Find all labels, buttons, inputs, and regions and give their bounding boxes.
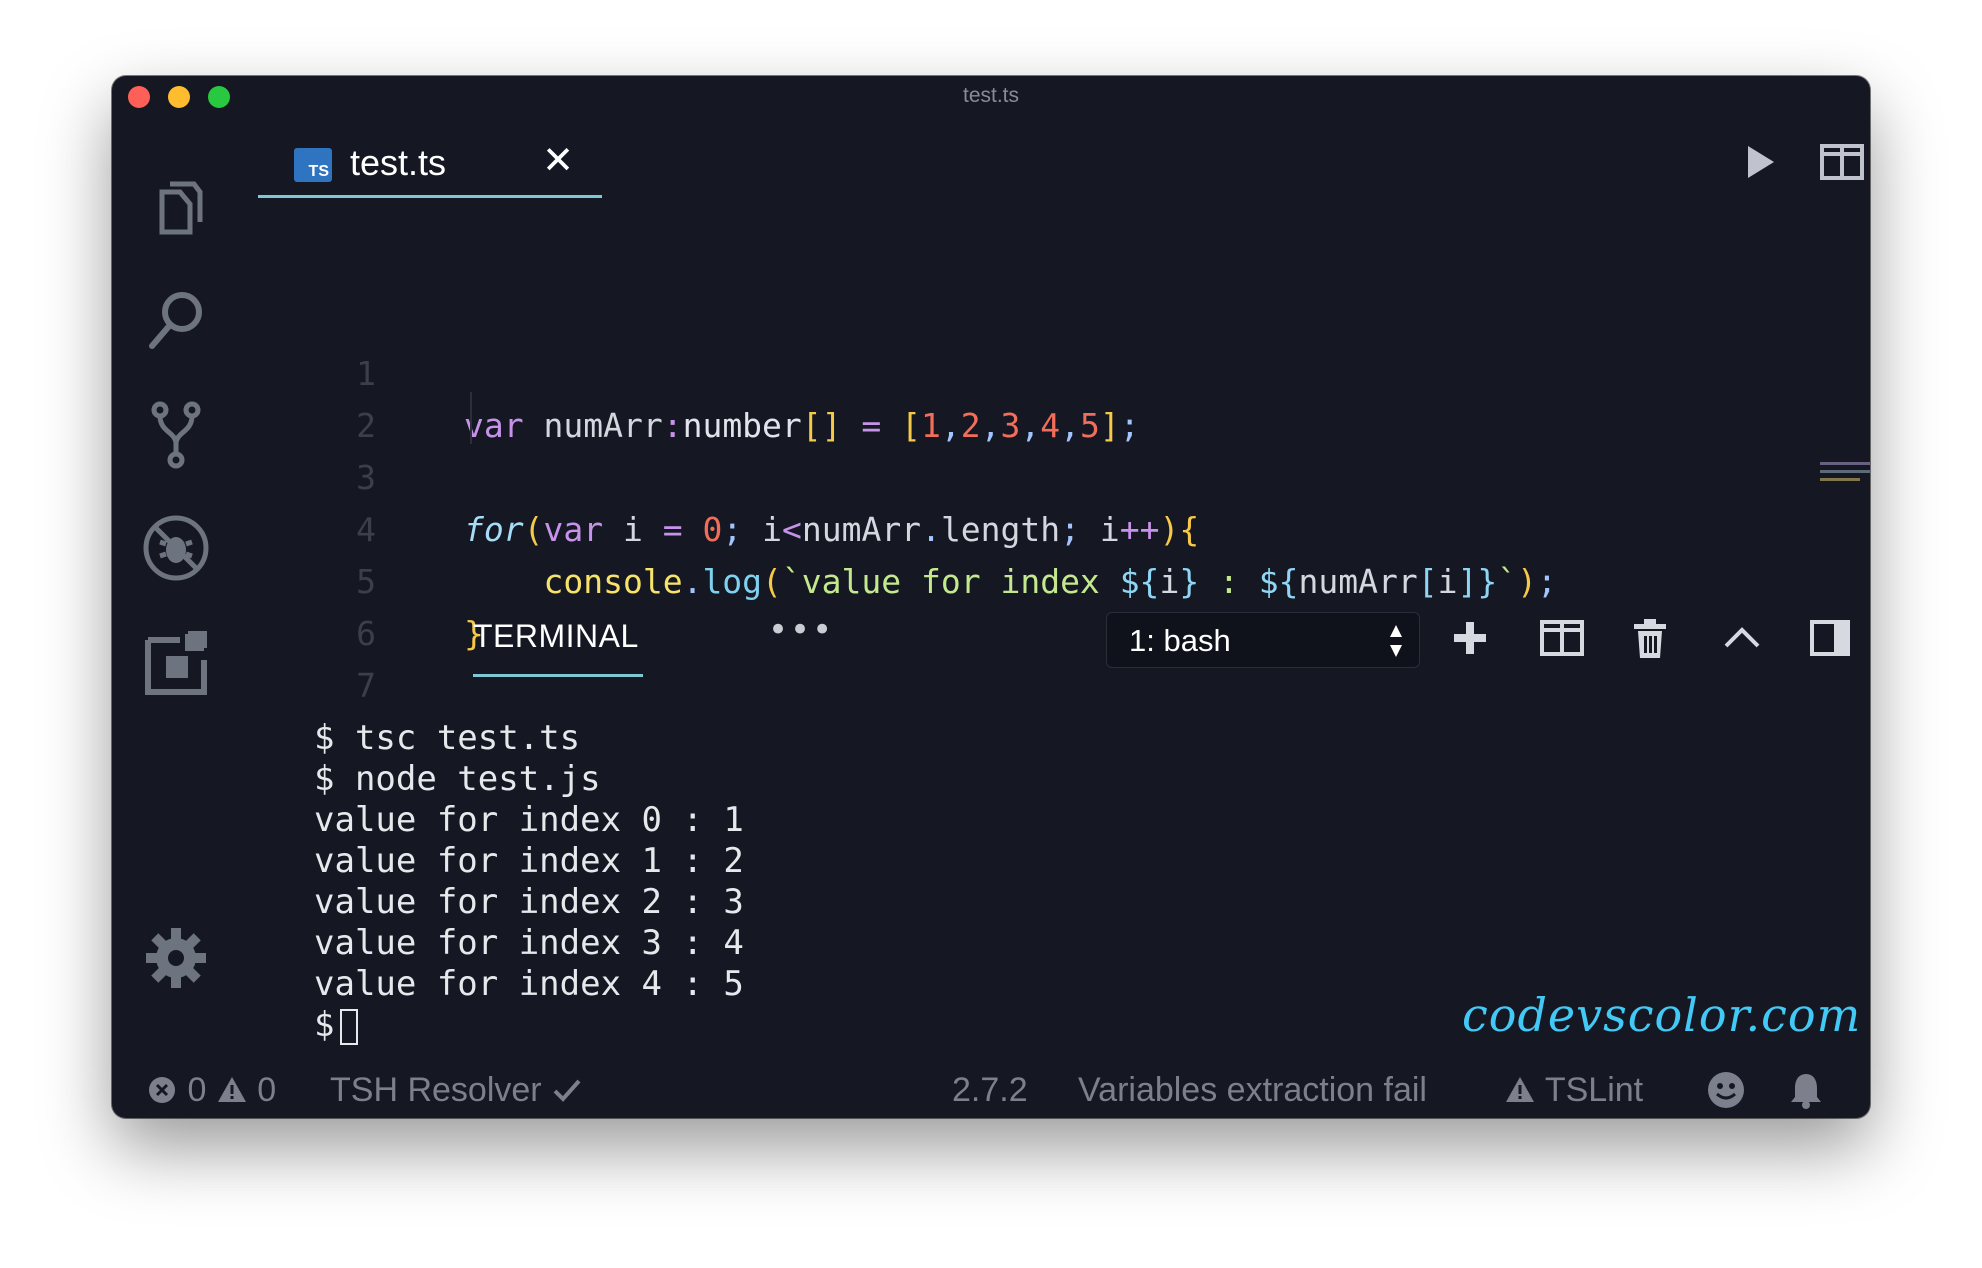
warning-icon [216, 1074, 248, 1106]
code-line: 2 [258, 348, 1658, 445]
terminal-output[interactable]: $ tsc test.ts $ node test.js value for i… [314, 718, 744, 1046]
tslint-status[interactable]: TSLint [1504, 1070, 1643, 1110]
warning-icon [1504, 1074, 1536, 1106]
panel-more-button[interactable]: ••• [768, 610, 834, 650]
active-tab-indicator [473, 674, 643, 677]
activity-bar [112, 122, 236, 1068]
terminal-line: value for index 3 : 4 [314, 923, 744, 963]
code-line: 5 } [258, 504, 1658, 653]
minimap[interactable] [1820, 462, 1870, 484]
add-terminal-icon[interactable] [1446, 614, 1494, 662]
indent-guide [470, 392, 472, 444]
editor-tab-bar: TS test.ts ✕ [258, 126, 1870, 198]
warning-count: 0 [257, 1071, 277, 1109]
tab-label: test.ts [350, 142, 447, 183]
error-count: 0 [187, 1071, 207, 1109]
check-icon [551, 1074, 583, 1106]
title-bar: test.ts [112, 76, 1870, 122]
typescript-file-icon: TS [294, 148, 332, 182]
maximize-panel-icon[interactable] [1718, 614, 1766, 662]
settings-gear-icon[interactable] [140, 922, 212, 994]
error-icon [146, 1074, 178, 1106]
window-title: test.ts [962, 84, 1020, 107]
terminal-line: $ node test.js [314, 759, 601, 799]
editor-window: test.ts TS test.ts ✕ 1 var numArr:number… [112, 76, 1870, 1118]
run-icon[interactable] [1732, 136, 1784, 188]
source-control-icon[interactable] [140, 398, 212, 470]
code-line: 3 for(var i = 0; i<numArr.length; i++){ [258, 400, 1658, 549]
code-line: 4 console.log(`value for index ${i} : ${… [258, 452, 1658, 601]
split-terminal-icon[interactable] [1538, 614, 1586, 662]
terminal-line: value for index 2 : 3 [314, 882, 744, 922]
toggle-sidebar-icon[interactable] [1806, 614, 1854, 662]
debug-icon[interactable] [140, 512, 212, 584]
split-editor-icon[interactable] [1816, 136, 1868, 188]
trash-icon[interactable] [1626, 614, 1674, 662]
tab-terminal[interactable]: TERMINAL [473, 618, 639, 655]
code-line: 1 var numArr:number[] = [1,2,3,4,5]; [258, 296, 1658, 445]
editor-tab[interactable]: TS test.ts ✕ [258, 126, 602, 198]
status-bar: 0 0 TSH Resolver 2.7.2 Variables extract… [112, 1062, 1870, 1118]
notifications-bell-icon[interactable] [1786, 1070, 1826, 1114]
extensions-icon[interactable] [140, 626, 212, 698]
panel-header: TERMINAL ••• 1: bash [236, 604, 1870, 704]
terminal-select[interactable]: 1: bash [1106, 612, 1420, 668]
terminal-select-value: 1: bash [1129, 623, 1231, 658]
files-icon[interactable] [140, 170, 212, 242]
search-icon[interactable] [140, 284, 212, 356]
terminal-line: value for index 4 : 5 [314, 964, 744, 1004]
version-status[interactable]: 2.7.2 [952, 1070, 1028, 1110]
terminal-prompt-line: $ [314, 1005, 744, 1046]
tab-close-button[interactable]: ✕ [540, 140, 576, 180]
code-editor[interactable]: 1 var numArr:number[] = [1,2,3,4,5]; 2 3… [258, 244, 1870, 705]
terminal-line: value for index 0 : 1 [314, 800, 744, 840]
terminal-cursor [340, 1008, 359, 1045]
select-arrows-icon [1387, 621, 1405, 661]
feedback-smiley-icon[interactable] [1706, 1070, 1746, 1114]
resolver-status[interactable]: TSH Resolver [330, 1070, 583, 1110]
terminal-prompt: $ [314, 1005, 335, 1045]
problems-status[interactable]: 0 0 [146, 1070, 276, 1110]
message-status[interactable]: Variables extraction fail [1078, 1070, 1427, 1110]
watermark: codevscolor.com [1462, 988, 1862, 1042]
code-line: 6 [258, 556, 1658, 653]
terminal-line: $ tsc test.ts [314, 718, 581, 758]
terminal-line: value for index 1 : 2 [314, 841, 744, 881]
